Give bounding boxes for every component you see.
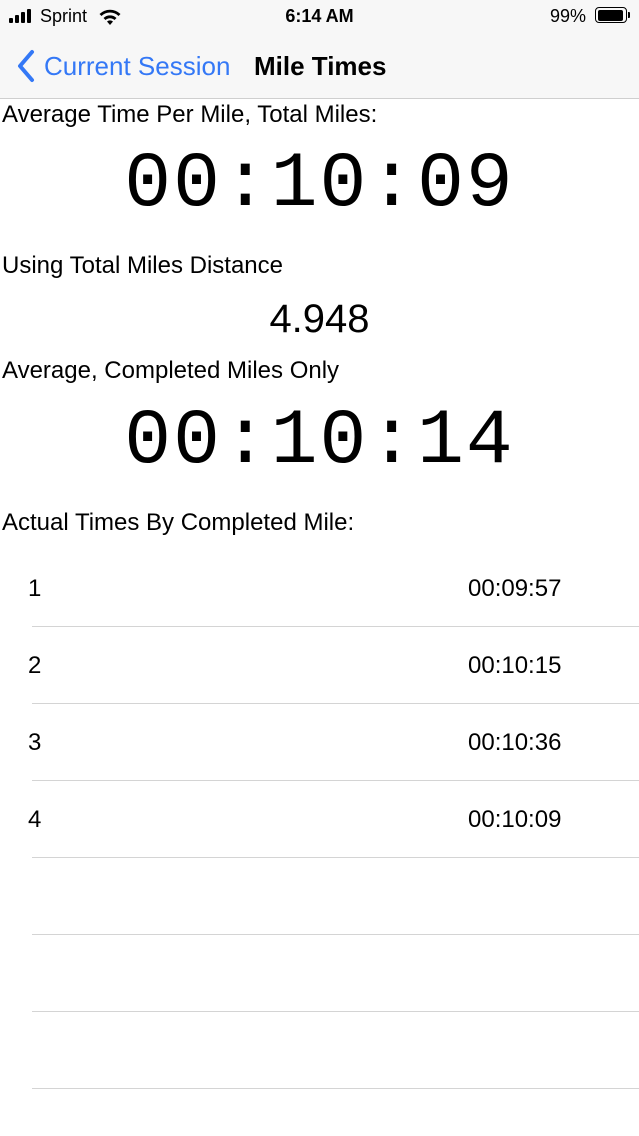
battery-icon [595, 7, 631, 25]
page-title: Mile Times [254, 51, 387, 81]
list-item [0, 935, 639, 1012]
list-item[interactable]: 3 00:10:36 [0, 704, 639, 781]
average-total-label: Average Time Per Mile, Total Miles: [2, 101, 378, 128]
back-button[interactable]: Current Session [16, 47, 230, 85]
mile-number: 3 [28, 729, 42, 756]
chevron-left-icon [18, 50, 34, 82]
mile-times-list: 1 00:09:57 2 00:10:15 3 00:10:36 4 00:10… [0, 550, 639, 1089]
list-item[interactable]: 2 00:10:15 [0, 627, 639, 704]
mile-times-list-label: Actual Times By Completed Mile: [2, 509, 355, 536]
average-total-time: 00:10:09 [124, 141, 515, 229]
back-button-label: Current Session [44, 51, 231, 81]
list-item[interactable]: 1 00:09:57 [0, 550, 639, 627]
mile-number: 2 [28, 652, 42, 679]
status-bar: Sprint 6:14 AM 99% [0, 0, 639, 34]
distance-value: 4.948 [269, 297, 370, 341]
mile-number: 4 [28, 806, 42, 833]
list-item[interactable]: 4 00:10:09 [0, 781, 639, 858]
average-completed-label: Average, Completed Miles Only [2, 357, 340, 384]
list-item [0, 1012, 639, 1089]
mile-time: 00:09:57 [468, 575, 562, 602]
mile-time: 00:10:15 [468, 652, 562, 679]
list-item [0, 858, 639, 935]
status-time: 6:14 AM [285, 6, 354, 26]
battery-percentage: 99% [549, 6, 586, 26]
row-divider [32, 1088, 639, 1089]
mile-time: 00:10:09 [468, 806, 562, 833]
navigation-bar: Current Session Mile Times [0, 34, 639, 99]
mile-time: 00:10:36 [468, 729, 562, 756]
average-completed-time: 00:10:14 [124, 398, 515, 486]
distance-label: Using Total Miles Distance [2, 252, 284, 279]
mile-number: 1 [28, 575, 42, 602]
